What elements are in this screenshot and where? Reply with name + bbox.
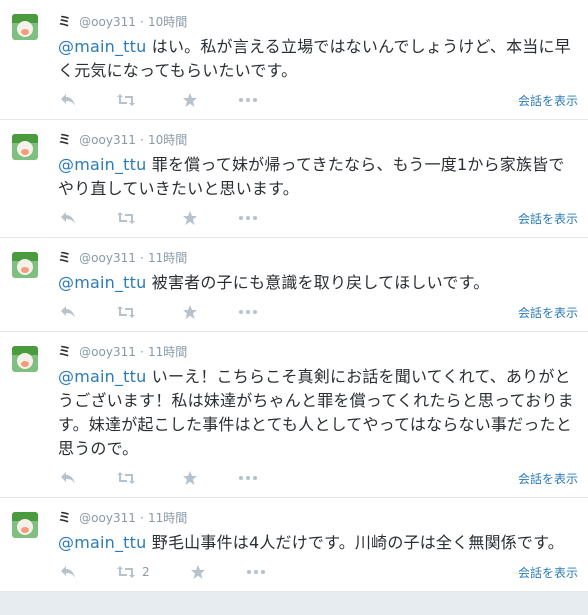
tweet-text: @main_ttu 野毛山事件は4人だけです。川崎の子は全く無関係です。 <box>58 531 578 555</box>
retweet-icon[interactable] <box>116 471 136 485</box>
separator: · <box>140 511 144 525</box>
view-conversation-link[interactable]: 会話を表示 <box>518 304 578 321</box>
timeline: ミ @ooy311 · 10時間 @main_ttu はい。私が言える立場ではな… <box>0 0 588 592</box>
retweet-count: 2 <box>142 565 150 579</box>
retweet-icon[interactable] <box>116 565 136 579</box>
retweet-icon[interactable] <box>116 305 136 319</box>
star-icon[interactable] <box>188 564 208 580</box>
timestamp[interactable]: 10時間 <box>148 133 187 147</box>
user-handle[interactable]: @ooy311 <box>79 15 136 29</box>
view-conversation-link[interactable]: 会話を表示 <box>518 210 578 227</box>
user-name[interactable]: ミ <box>58 251 71 266</box>
star-icon[interactable] <box>180 470 200 486</box>
user-handle[interactable]: @ooy311 <box>79 511 136 525</box>
tweet-actions: 会話を表示 <box>58 469 578 487</box>
retweet-group <box>116 305 142 319</box>
tweet-header: ミ @ooy311 · 11時間 <box>58 510 578 527</box>
tweet-actions: 会話を表示 <box>58 209 578 227</box>
tweet[interactable]: ミ @ooy311 · 11時間 @main_ttu いーえ！こちらこそ真剣にお… <box>0 332 588 498</box>
retweet-icon[interactable] <box>116 211 136 225</box>
more-icon[interactable] <box>238 475 258 481</box>
user-handle[interactable]: @ooy311 <box>79 251 136 265</box>
more-icon[interactable] <box>238 97 258 103</box>
user-name[interactable]: ミ <box>58 345 71 360</box>
user-name[interactable]: ミ <box>58 15 71 30</box>
retweet-group <box>116 211 142 225</box>
mention-link[interactable]: @main_ttu <box>58 367 146 386</box>
separator: · <box>140 15 144 29</box>
timestamp[interactable]: 11時間 <box>148 345 187 359</box>
view-conversation-link[interactable]: 会話を表示 <box>518 470 578 487</box>
separator: · <box>140 251 144 265</box>
reply-icon[interactable] <box>58 211 78 225</box>
user-name[interactable]: ミ <box>58 133 71 148</box>
retweet-group <box>116 93 142 107</box>
tweet-header: ミ @ooy311 · 11時間 <box>58 344 578 361</box>
tweet[interactable]: ミ @ooy311 · 11時間 @main_ttu 野毛山事件は4人だけです。… <box>0 498 588 592</box>
tweet-header: ミ @ooy311 · 11時間 <box>58 250 578 267</box>
avatar[interactable] <box>12 252 38 278</box>
avatar[interactable] <box>12 14 38 40</box>
user-handle[interactable]: @ooy311 <box>79 133 136 147</box>
timestamp[interactable]: 11時間 <box>148 511 187 525</box>
mention-link[interactable]: @main_ttu <box>58 533 146 552</box>
more-icon[interactable] <box>238 309 258 315</box>
tweet-body: 被害者の子にも意識を取り戻してほしいです。 <box>146 273 490 292</box>
view-conversation-link[interactable]: 会話を表示 <box>518 564 578 581</box>
avatar[interactable] <box>12 134 38 160</box>
tweet[interactable]: ミ @ooy311 · 11時間 @main_ttu 被害者の子にも意識を取り戻… <box>0 238 588 332</box>
avatar[interactable] <box>12 512 38 538</box>
reply-icon[interactable] <box>58 471 78 485</box>
mention-link[interactable]: @main_ttu <box>58 155 146 174</box>
mention-link[interactable]: @main_ttu <box>58 37 146 56</box>
retweet-group: 2 <box>116 565 150 579</box>
separator: · <box>140 345 144 359</box>
tweet-text: @main_ttu いーえ！こちらこそ真剣にお話を聞いてくれて、ありがとうござい… <box>58 365 578 461</box>
tweet[interactable]: ミ @ooy311 · 10時間 @main_ttu 罪を償って妹が帰ってきたな… <box>0 120 588 238</box>
more-icon[interactable] <box>238 215 258 221</box>
tweet-text: @main_ttu はい。私が言える立場ではないんでしょうけど、本当に早く元気に… <box>58 35 578 83</box>
mention-link[interactable]: @main_ttu <box>58 273 146 292</box>
timestamp[interactable]: 10時間 <box>148 15 187 29</box>
star-icon[interactable] <box>180 210 200 226</box>
retweet-icon[interactable] <box>116 93 136 107</box>
user-name[interactable]: ミ <box>58 511 71 526</box>
tweet-header: ミ @ooy311 · 10時間 <box>58 14 578 31</box>
separator: · <box>140 133 144 147</box>
tweet-actions: 2 会話を表示 <box>58 563 578 581</box>
reply-icon[interactable] <box>58 565 78 579</box>
tweet-body: 野毛山事件は4人だけです。川崎の子は全く無関係です。 <box>146 533 564 552</box>
retweet-group <box>116 471 142 485</box>
tweet-header: ミ @ooy311 · 10時間 <box>58 132 578 149</box>
tweet-actions: 会話を表示 <box>58 91 578 109</box>
star-icon[interactable] <box>180 92 200 108</box>
user-handle[interactable]: @ooy311 <box>79 345 136 359</box>
tweet-text: @main_ttu 罪を償って妹が帰ってきたなら、もう一度1から家族皆でやり直し… <box>58 153 578 201</box>
reply-icon[interactable] <box>58 305 78 319</box>
avatar[interactable] <box>12 346 38 372</box>
view-conversation-link[interactable]: 会話を表示 <box>518 92 578 109</box>
star-icon[interactable] <box>180 304 200 320</box>
reply-icon[interactable] <box>58 93 78 107</box>
tweet[interactable]: ミ @ooy311 · 10時間 @main_ttu はい。私が言える立場ではな… <box>0 0 588 120</box>
more-icon[interactable] <box>246 569 266 575</box>
tweet-actions: 会話を表示 <box>58 303 578 321</box>
tweet-text: @main_ttu 被害者の子にも意識を取り戻してほしいです。 <box>58 271 578 295</box>
timestamp[interactable]: 11時間 <box>148 251 187 265</box>
